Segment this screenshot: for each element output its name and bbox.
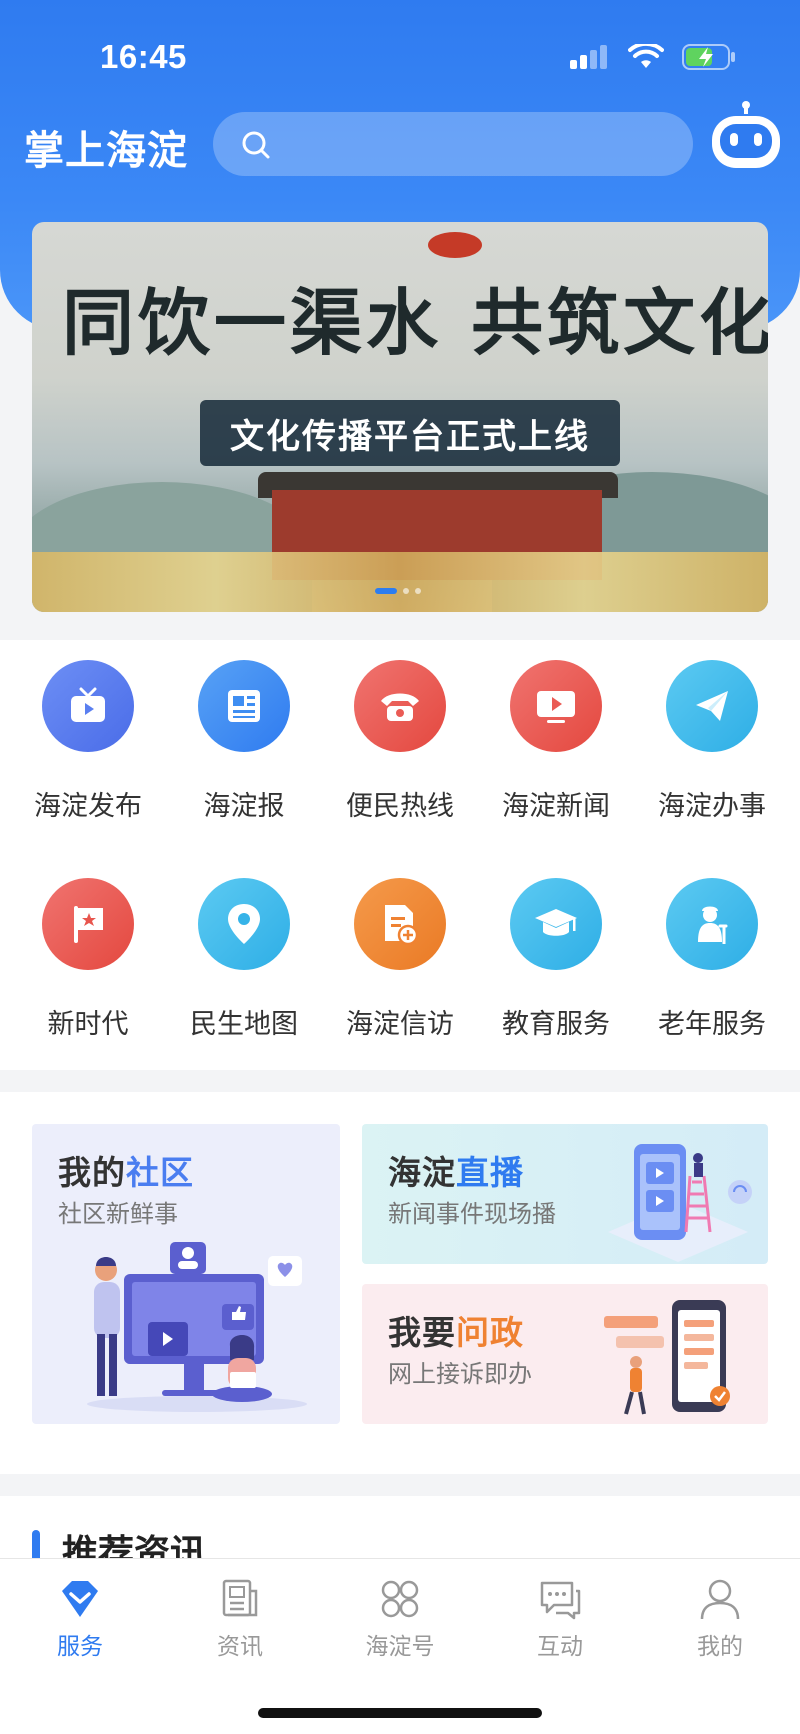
banner-title: 同饮一渠水 共筑文化魂 (62, 280, 768, 365)
tab-service[interactable]: 服务 (20, 1577, 140, 1667)
card-title-highlight: 直播 (456, 1154, 524, 1191)
service-new-era[interactable]: 新时代 (10, 858, 166, 1058)
search-input[interactable] (213, 112, 693, 176)
news-icon (222, 1579, 258, 1617)
tab-interaction[interactable]: 互动 (500, 1577, 620, 1667)
haidian-live-card[interactable]: 海淀直播 新闻事件现场播 (362, 1124, 768, 1264)
tab-label: 服务 (57, 1633, 103, 1659)
service-label: 便民热线 (346, 791, 454, 821)
banner-subtitle-box: 文化传播平台正式上线 (200, 400, 620, 466)
service-haidian-affairs[interactable]: 海淀办事 (634, 640, 790, 840)
elderly-icon (666, 878, 758, 970)
service-label: 老年服务 (658, 1009, 766, 1039)
page-dot (415, 588, 421, 594)
chat-icon (540, 1581, 581, 1620)
graduation-cap-icon (510, 878, 602, 970)
status-bar: 16:45 (0, 0, 800, 110)
card-title: 我的社区 (58, 1146, 194, 1194)
service-label: 海淀报 (203, 791, 285, 821)
status-time: 16:45 (100, 38, 187, 75)
status-icons (570, 44, 736, 70)
card-subtitle: 新闻事件现场播 (388, 1201, 556, 1228)
tab-label: 互动 (537, 1633, 583, 1659)
video-play-icon (510, 660, 602, 752)
banner-page-indicator (375, 588, 425, 594)
service-elderly[interactable]: 老年服务 (634, 858, 790, 1058)
service-livelihood-map[interactable]: 民生地图 (166, 858, 322, 1058)
service-haidian-news[interactable]: 海淀新闻 (478, 640, 634, 840)
service-education[interactable]: 教育服务 (478, 858, 634, 1058)
service-label: 海淀新闻 (502, 791, 610, 821)
telephone-icon (354, 660, 446, 752)
top-bar: 掌上海淀 (0, 101, 800, 190)
flag-icon (42, 878, 134, 970)
signal-icon (570, 45, 607, 69)
home-indicator[interactable] (258, 1708, 542, 1718)
document-add-icon (354, 878, 446, 970)
card-title-prefix: 海淀 (388, 1154, 456, 1191)
robot-assistant-icon[interactable] (706, 100, 786, 180)
community-illustration (87, 1242, 307, 1412)
paper-plane-icon (666, 660, 758, 752)
service-label: 民生地图 (190, 1009, 298, 1039)
banner-gold-waves (32, 552, 768, 612)
service-hotline[interactable]: 便民热线 (322, 640, 478, 840)
tab-label: 我的 (697, 1633, 743, 1659)
card-title-highlight: 社区 (126, 1154, 194, 1191)
card-title: 我要问政 (388, 1306, 524, 1354)
service-label: 教育服务 (502, 1009, 610, 1039)
gov-inquiry-card[interactable]: 我要问政 网上接诉即办 (362, 1284, 768, 1424)
live-broadcast-illustration (608, 1144, 752, 1262)
page-dot (403, 588, 409, 594)
app-title: 掌上海淀 (24, 129, 188, 173)
services-grid: 海淀发布 海淀报 便民热线 海淀新闻 海淀办事 新时代 民生地图 海淀信访 教育… (0, 640, 800, 1070)
page-dot-active (375, 588, 397, 594)
newspaper-icon (198, 660, 290, 752)
banner-red-seal (428, 232, 482, 258)
card-title-prefix: 我要 (388, 1314, 456, 1351)
banner-carousel[interactable]: 同饮一渠水 共筑文化魂 文化传播平台正式上线 (32, 222, 768, 612)
tv-icon (42, 660, 134, 752)
person-icon (700, 1579, 740, 1620)
card-subtitle: 网上接诉即办 (388, 1361, 532, 1388)
service-haidian-newspaper[interactable]: 海淀报 (166, 640, 322, 840)
tab-news[interactable]: 资讯 (180, 1577, 300, 1667)
card-title-prefix: 我的 (58, 1154, 126, 1191)
service-haidian-release[interactable]: 海淀发布 (10, 640, 166, 840)
gov-inquiry-illustration (604, 1300, 730, 1415)
battery-charging-icon (682, 44, 735, 70)
map-pin-icon (198, 878, 290, 970)
wifi-icon (628, 44, 664, 68)
service-petition[interactable]: 海淀信访 (322, 858, 478, 1058)
banner-subtitle: 文化传播平台正式上线 (230, 417, 590, 456)
tab-label: 海淀号 (365, 1633, 435, 1659)
service-label: 海淀信访 (346, 1009, 454, 1039)
tab-label: 资讯 (217, 1633, 263, 1659)
service-diamond-icon (62, 1581, 98, 1617)
recommendation-section: 推荐资讯 (0, 1496, 800, 1573)
services-row-1: 海淀发布 海淀报 便民热线 海淀新闻 海淀办事 (0, 640, 800, 840)
feature-cards: 我的社区 社区新鲜事 海淀直播 新闻事件现场播 我要问政 网上接诉即办 (0, 1092, 800, 1474)
service-label: 海淀办事 (658, 791, 766, 821)
service-label: 新时代 (47, 1009, 129, 1039)
tab-haidian-account[interactable]: 海淀号 (340, 1577, 460, 1667)
services-row-2: 新时代 民生地图 海淀信访 教育服务 老年服务 (0, 858, 800, 1058)
card-subtitle: 社区新鲜事 (58, 1201, 178, 1228)
card-title-highlight: 问政 (456, 1314, 524, 1351)
service-label: 海淀发布 (34, 791, 142, 821)
tab-mine[interactable]: 我的 (660, 1577, 780, 1667)
search-icon (242, 131, 270, 159)
grid-icon (381, 1580, 419, 1618)
card-title: 海淀直播 (388, 1146, 524, 1194)
my-community-card[interactable]: 我的社区 社区新鲜事 (32, 1124, 340, 1424)
